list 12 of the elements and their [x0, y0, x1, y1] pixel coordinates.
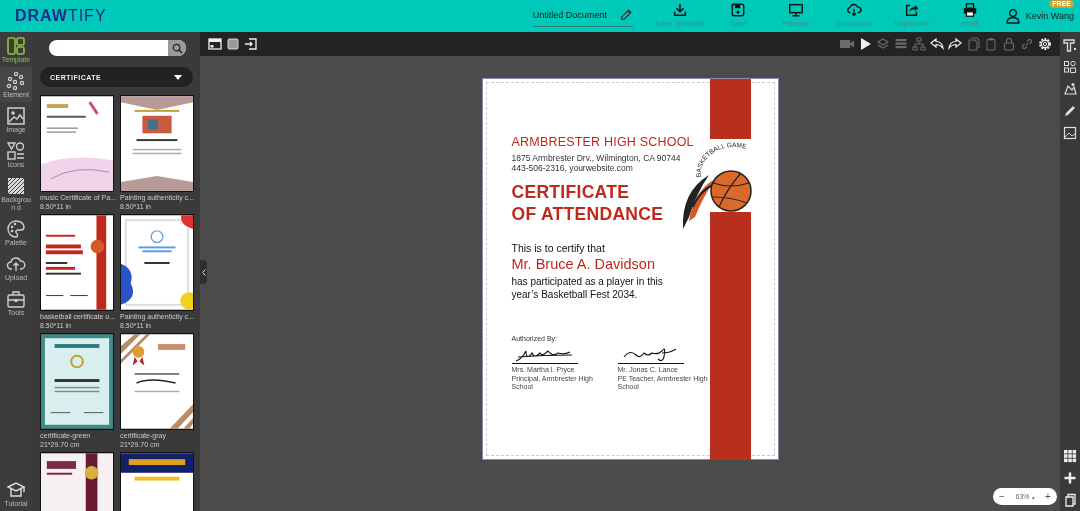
- body-text: has participated as a player in this: [511, 276, 664, 289]
- intro-text: This is to certify that: [511, 242, 606, 254]
- document-title-field[interactable]: Untitled Document: [532, 5, 633, 27]
- zoom-out-button[interactable]: −: [997, 491, 1007, 502]
- logo[interactable]: DRAWTIFY: [15, 7, 107, 25]
- school-name: ARMBRESTER HIGH SCHOOL: [511, 135, 694, 149]
- certificate-title: CERTIFICATE: [511, 181, 631, 203]
- recipient-name: Mr. Bruce A. Davidson: [511, 256, 656, 272]
- zoom-in-button[interactable]: +: [1043, 491, 1053, 502]
- body-text: year’s Basketball Fest 2034.: [511, 288, 639, 301]
- user-name[interactable]: Kevin Wang: [1025, 11, 1074, 21]
- certificate-title: OF ATTENDANCE: [511, 203, 665, 225]
